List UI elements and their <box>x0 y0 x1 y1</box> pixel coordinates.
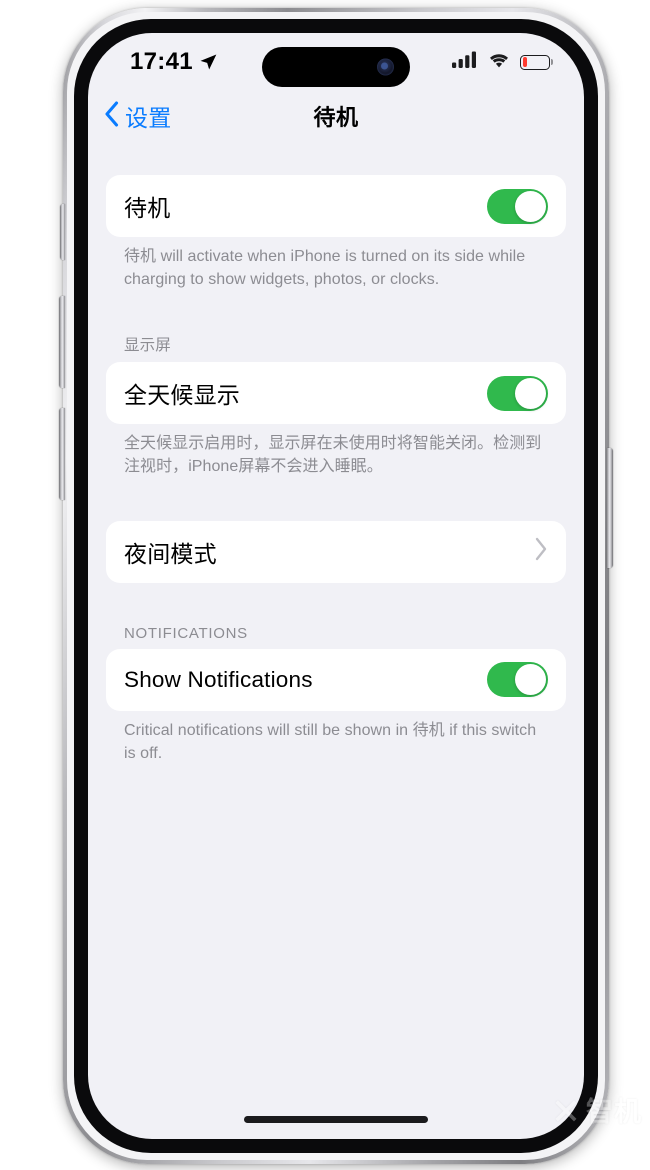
battery-icon <box>520 54 550 70</box>
navigation-bar: 设置 待机 <box>88 91 584 141</box>
toggle-knob <box>515 377 546 409</box>
toggle-knob <box>515 190 546 222</box>
section-gap-1 <box>106 291 566 333</box>
volume-up-button[interactable] <box>59 296 65 388</box>
status-bar-left: 17:41 <box>130 48 218 76</box>
phone-bezel: 17:41 设置 待机 待机 待机 will activate when iPh… <box>74 19 598 1153</box>
row-always-on-display[interactable]: 全天候显示 <box>106 362 566 424</box>
home-indicator[interactable] <box>244 1116 428 1123</box>
section-display-card: 全天候显示 <box>106 362 566 425</box>
row-show-notifications[interactable]: Show Notifications <box>106 649 566 711</box>
row-always-on-display-label: 全天候显示 <box>124 382 240 409</box>
section-gap-2 <box>106 479 566 521</box>
volume-down-button[interactable] <box>59 408 65 500</box>
section-display-footer: 全天候显示启用时，显示屏在未使用时将智能关闭。检测到注视时，iPhone屏幕不会… <box>124 435 542 476</box>
cellular-signal-icon <box>452 51 478 73</box>
show-notifications-toggle[interactable] <box>487 662 548 698</box>
top-spacer <box>106 141 566 175</box>
section-standby-card: 待机 <box>106 175 566 237</box>
page-title: 待机 <box>313 105 359 130</box>
bottom-spacer <box>106 765 566 1125</box>
status-bar-time: 17:41 <box>130 48 193 75</box>
power-button[interactable] <box>607 448 613 568</box>
row-night-mode[interactable]: 夜间模式 <box>106 521 566 583</box>
dynamic-island <box>262 47 410 87</box>
section-night-mode-card: 夜间模式 <box>106 520 566 583</box>
row-show-notifications-label: Show Notifications <box>124 666 313 692</box>
standby-toggle[interactable] <box>487 188 548 224</box>
phone-frame: 17:41 设置 待机 待机 待机 will activate when iPh… <box>59 8 613 1164</box>
phone-screen: 17:41 设置 待机 待机 待机 will activate when iPh… <box>88 33 584 1139</box>
section-gap-3 <box>106 583 566 625</box>
section-notifications-footer: Critical notifications will still be sho… <box>124 721 537 762</box>
section-display-header: 显示屏 <box>124 337 171 355</box>
section-notifications-header: NOTIFICATIONS <box>124 624 248 642</box>
section-standby-footer: 待机 will activate when iPhone is turned o… <box>124 248 526 288</box>
action-button[interactable] <box>60 204 65 260</box>
chevron-right-icon <box>534 537 548 566</box>
phone-frame-inner: 17:41 设置 待机 待机 待机 will activate when iPh… <box>67 12 605 1160</box>
row-night-mode-label: 夜间模式 <box>124 540 217 567</box>
row-standby-label: 待机 <box>124 195 171 221</box>
section-notifications-card: Show Notifications <box>106 648 566 711</box>
screenshot-canvas: 17:41 设置 待机 待机 待机 will activate when iPh… <box>0 0 650 1170</box>
wifi-icon <box>487 51 511 74</box>
settings-list[interactable]: 待机 待机 will activate when iPhone is turne… <box>88 141 584 1139</box>
always-on-display-toggle[interactable] <box>487 375 548 411</box>
status-bar-right <box>452 51 550 74</box>
location-arrow-icon <box>198 52 218 72</box>
toggle-knob <box>515 664 546 696</box>
row-standby[interactable]: 待机 <box>106 175 566 237</box>
battery-level-fill <box>522 57 527 67</box>
front-camera-icon <box>377 58 394 76</box>
